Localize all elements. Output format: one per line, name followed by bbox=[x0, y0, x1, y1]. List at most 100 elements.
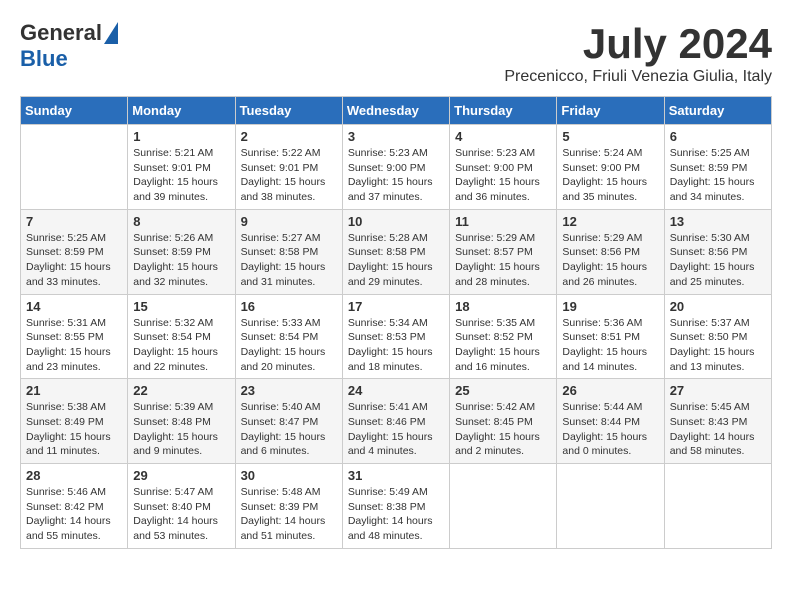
title-section: July 2024 Precenicco, Friuli Venezia Giu… bbox=[504, 20, 772, 86]
calendar-cell bbox=[664, 464, 771, 549]
calendar-cell: 21 Sunrise: 5:38 AM Sunset: 8:49 PM Dayli… bbox=[21, 379, 128, 464]
cell-info: Sunrise: 5:44 AM Sunset: 8:44 PM Dayligh… bbox=[562, 400, 658, 459]
weekday-header: Thursday bbox=[450, 97, 557, 125]
calendar-cell: 23 Sunrise: 5:40 AM Sunset: 8:47 PM Dayli… bbox=[235, 379, 342, 464]
day-number: 2 bbox=[241, 129, 337, 144]
calendar-cell: 16Sunrise: 5:33 AM Sunset: 8:54 PM Dayli… bbox=[235, 294, 342, 379]
month-title: July 2024 bbox=[504, 20, 772, 68]
day-number: 17 bbox=[348, 299, 444, 314]
day-number: 22 bbox=[133, 383, 229, 398]
calendar-cell: 22Sunrise: 5:39 AM Sunset: 8:48 PM Dayli… bbox=[128, 379, 235, 464]
weekday-header: Sunday bbox=[21, 97, 128, 125]
cell-info: Sunrise: 5:30 AM Sunset: 8:56 PM Dayligh… bbox=[670, 231, 766, 290]
day-number: 5 bbox=[562, 129, 658, 144]
cell-info: Sunrise: 5:26 AM Sunset: 8:59 PM Dayligh… bbox=[133, 231, 229, 290]
day-number: 25 bbox=[455, 383, 551, 398]
day-number: 6 bbox=[670, 129, 766, 144]
cell-info: Sunrise: 5:40 AM Sunset: 8:47 PM Dayligh… bbox=[241, 400, 337, 459]
calendar-cell bbox=[557, 464, 664, 549]
calendar-cell: 20 Sunrise: 5:37 AM Sunset: 8:50 PM Dayli… bbox=[664, 294, 771, 379]
calendar-cell: 4 Sunrise: 5:23 AM Sunset: 9:00 PM Daylig… bbox=[450, 125, 557, 210]
day-number: 26 bbox=[562, 383, 658, 398]
weekday-header: Monday bbox=[128, 97, 235, 125]
day-number: 14 bbox=[26, 299, 122, 314]
calendar-week-row: 7 Sunrise: 5:25 AM Sunset: 8:59 PM Daylig… bbox=[21, 209, 772, 294]
cell-info: Sunrise: 5:29 AM Sunset: 8:57 PM Dayligh… bbox=[455, 231, 551, 290]
cell-info: Sunrise: 5:49 AM Sunset: 8:38 PM Dayligh… bbox=[348, 485, 444, 544]
day-number: 29 bbox=[133, 468, 229, 483]
calendar-header-row: SundayMondayTuesdayWednesdayThursdayFrid… bbox=[21, 97, 772, 125]
calendar-cell: 2 Sunrise: 5:22 AM Sunset: 9:01 PM Daylig… bbox=[235, 125, 342, 210]
calendar-cell: 3 Sunrise: 5:23 AM Sunset: 9:00 PM Daylig… bbox=[342, 125, 449, 210]
day-number: 20 bbox=[670, 299, 766, 314]
page-header: General Blue July 2024 Precenicco, Friul… bbox=[20, 20, 772, 86]
calendar-week-row: 14 Sunrise: 5:31 AM Sunset: 8:55 PM Dayli… bbox=[21, 294, 772, 379]
cell-info: Sunrise: 5:32 AM Sunset: 8:54 PM Dayligh… bbox=[133, 316, 229, 375]
cell-info: Sunrise: 5:23 AM Sunset: 9:00 PM Dayligh… bbox=[348, 146, 444, 205]
cell-info: Sunrise: 5:23 AM Sunset: 9:00 PM Dayligh… bbox=[455, 146, 551, 205]
calendar-cell: 10Sunrise: 5:28 AM Sunset: 8:58 PM Dayli… bbox=[342, 209, 449, 294]
cell-info: Sunrise: 5:38 AM Sunset: 8:49 PM Dayligh… bbox=[26, 400, 122, 459]
day-number: 8 bbox=[133, 214, 229, 229]
calendar-cell: 29 Sunrise: 5:47 AM Sunset: 8:40 PM Dayli… bbox=[128, 464, 235, 549]
day-number: 12 bbox=[562, 214, 658, 229]
weekday-header: Wednesday bbox=[342, 97, 449, 125]
day-number: 1 bbox=[133, 129, 229, 144]
day-number: 31 bbox=[348, 468, 444, 483]
cell-info: Sunrise: 5:25 AM Sunset: 8:59 PM Dayligh… bbox=[26, 231, 122, 290]
cell-info: Sunrise: 5:31 AM Sunset: 8:55 PM Dayligh… bbox=[26, 316, 122, 375]
calendar-cell: 31 Sunrise: 5:49 AM Sunset: 8:38 PM Dayli… bbox=[342, 464, 449, 549]
weekday-header: Saturday bbox=[664, 97, 771, 125]
calendar-cell: 30Sunrise: 5:48 AM Sunset: 8:39 PM Dayli… bbox=[235, 464, 342, 549]
day-number: 30 bbox=[241, 468, 337, 483]
calendar-cell: 9Sunrise: 5:27 AM Sunset: 8:58 PM Daylig… bbox=[235, 209, 342, 294]
day-number: 3 bbox=[348, 129, 444, 144]
logo-general-text: General bbox=[20, 20, 102, 46]
cell-info: Sunrise: 5:24 AM Sunset: 9:00 PM Dayligh… bbox=[562, 146, 658, 205]
day-number: 15 bbox=[133, 299, 229, 314]
calendar-cell: 27 Sunrise: 5:45 AM Sunset: 8:43 PM Dayli… bbox=[664, 379, 771, 464]
calendar-cell: 17Sunrise: 5:34 AM Sunset: 8:53 PM Dayli… bbox=[342, 294, 449, 379]
cell-info: Sunrise: 5:41 AM Sunset: 8:46 PM Dayligh… bbox=[348, 400, 444, 459]
cell-info: Sunrise: 5:27 AM Sunset: 8:58 PM Dayligh… bbox=[241, 231, 337, 290]
calendar-cell bbox=[450, 464, 557, 549]
day-number: 28 bbox=[26, 468, 122, 483]
cell-info: Sunrise: 5:22 AM Sunset: 9:01 PM Dayligh… bbox=[241, 146, 337, 205]
cell-info: Sunrise: 5:21 AM Sunset: 9:01 PM Dayligh… bbox=[133, 146, 229, 205]
cell-info: Sunrise: 5:45 AM Sunset: 8:43 PM Dayligh… bbox=[670, 400, 766, 459]
calendar-cell: 11Sunrise: 5:29 AM Sunset: 8:57 PM Dayli… bbox=[450, 209, 557, 294]
day-number: 7 bbox=[26, 214, 122, 229]
calendar-cell: 18 Sunrise: 5:35 AM Sunset: 8:52 PM Dayli… bbox=[450, 294, 557, 379]
day-number: 27 bbox=[670, 383, 766, 398]
calendar-cell: 6Sunrise: 5:25 AM Sunset: 8:59 PM Daylig… bbox=[664, 125, 771, 210]
cell-info: Sunrise: 5:29 AM Sunset: 8:56 PM Dayligh… bbox=[562, 231, 658, 290]
calendar-week-row: 28 Sunrise: 5:46 AM Sunset: 8:42 PM Dayli… bbox=[21, 464, 772, 549]
calendar-week-row: 1 Sunrise: 5:21 AM Sunset: 9:01 PM Daylig… bbox=[21, 125, 772, 210]
calendar-cell: 19Sunrise: 5:36 AM Sunset: 8:51 PM Dayli… bbox=[557, 294, 664, 379]
calendar-cell: 24Sunrise: 5:41 AM Sunset: 8:46 PM Dayli… bbox=[342, 379, 449, 464]
day-number: 13 bbox=[670, 214, 766, 229]
location-text: Precenicco, Friuli Venezia Giulia, Italy bbox=[504, 68, 772, 86]
day-number: 4 bbox=[455, 129, 551, 144]
weekday-header: Tuesday bbox=[235, 97, 342, 125]
day-number: 21 bbox=[26, 383, 122, 398]
calendar-cell: 12 Sunrise: 5:29 AM Sunset: 8:56 PM Dayli… bbox=[557, 209, 664, 294]
calendar-cell: 25Sunrise: 5:42 AM Sunset: 8:45 PM Dayli… bbox=[450, 379, 557, 464]
calendar-cell: 13 Sunrise: 5:30 AM Sunset: 8:56 PM Dayli… bbox=[664, 209, 771, 294]
day-number: 18 bbox=[455, 299, 551, 314]
calendar-table: SundayMondayTuesdayWednesdayThursdayFrid… bbox=[20, 96, 772, 549]
logo-triangle-icon bbox=[104, 22, 118, 44]
cell-info: Sunrise: 5:35 AM Sunset: 8:52 PM Dayligh… bbox=[455, 316, 551, 375]
day-number: 23 bbox=[241, 383, 337, 398]
cell-info: Sunrise: 5:28 AM Sunset: 8:58 PM Dayligh… bbox=[348, 231, 444, 290]
cell-info: Sunrise: 5:46 AM Sunset: 8:42 PM Dayligh… bbox=[26, 485, 122, 544]
cell-info: Sunrise: 5:47 AM Sunset: 8:40 PM Dayligh… bbox=[133, 485, 229, 544]
calendar-cell: 26 Sunrise: 5:44 AM Sunset: 8:44 PM Dayli… bbox=[557, 379, 664, 464]
weekday-header: Friday bbox=[557, 97, 664, 125]
calendar-cell: 8 Sunrise: 5:26 AM Sunset: 8:59 PM Daylig… bbox=[128, 209, 235, 294]
cell-info: Sunrise: 5:37 AM Sunset: 8:50 PM Dayligh… bbox=[670, 316, 766, 375]
calendar-week-row: 21 Sunrise: 5:38 AM Sunset: 8:49 PM Dayli… bbox=[21, 379, 772, 464]
calendar-cell: 14 Sunrise: 5:31 AM Sunset: 8:55 PM Dayli… bbox=[21, 294, 128, 379]
cell-info: Sunrise: 5:33 AM Sunset: 8:54 PM Dayligh… bbox=[241, 316, 337, 375]
calendar-cell: 28 Sunrise: 5:46 AM Sunset: 8:42 PM Dayli… bbox=[21, 464, 128, 549]
